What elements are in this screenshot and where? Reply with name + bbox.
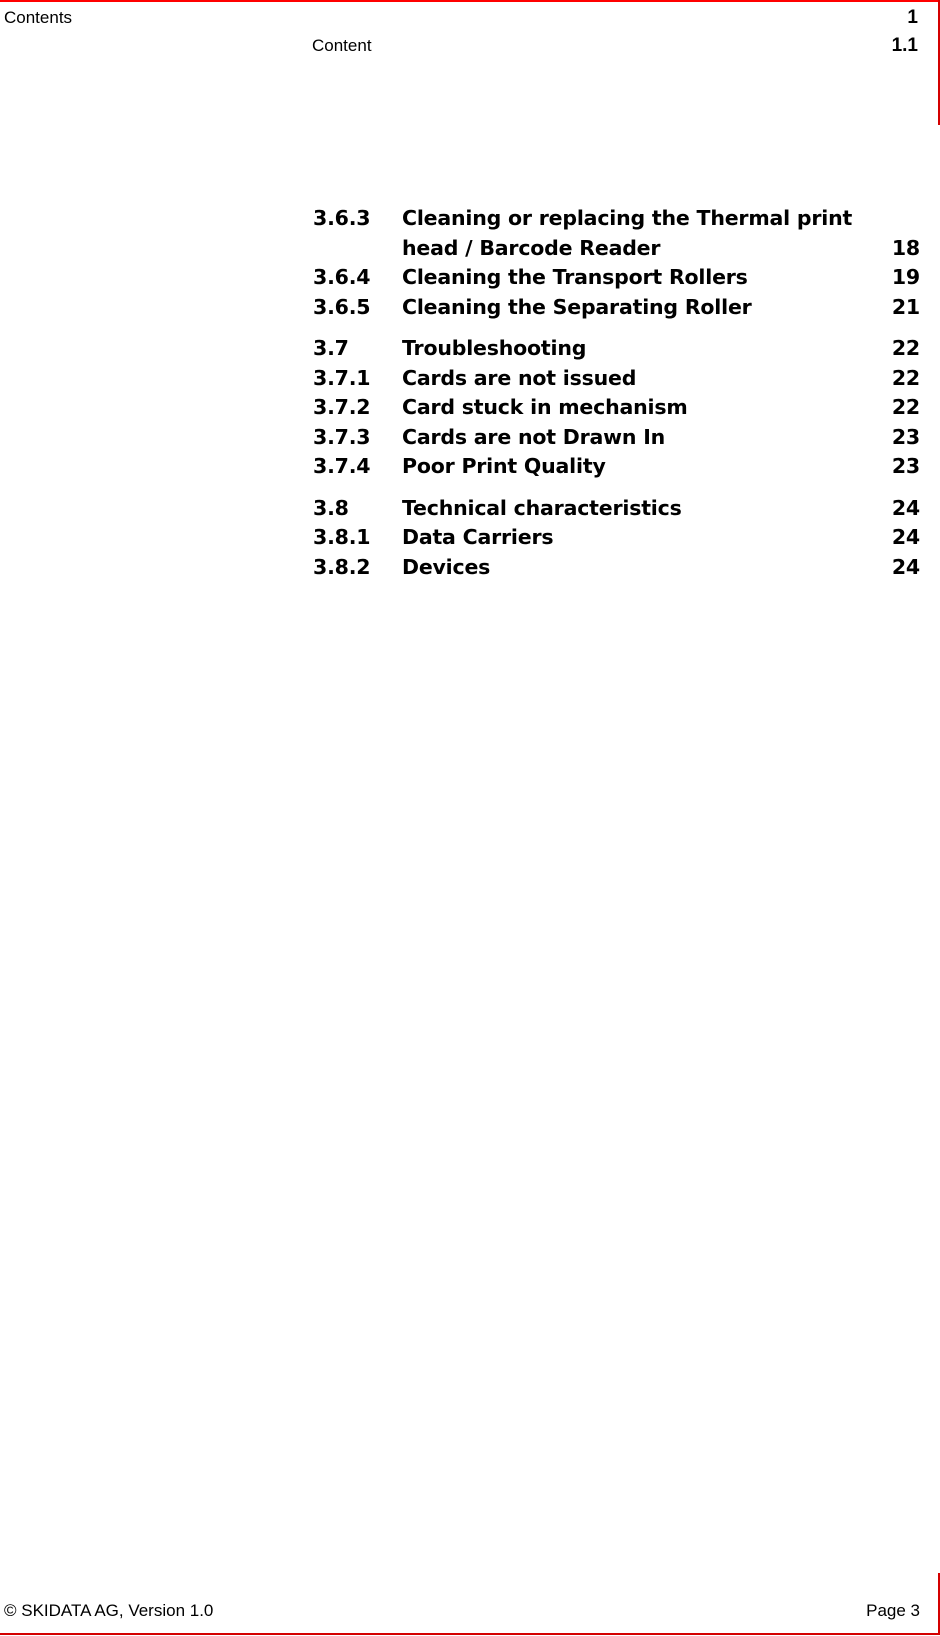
- toc-entry[interactable]: 3.8 Technical characteristics 24: [313, 496, 920, 526]
- toc-entry-number: 3.8.1: [313, 525, 371, 549]
- toc-entry-number: 3.7: [313, 336, 349, 360]
- toc-entry-title: Cards are not issued: [402, 365, 637, 390]
- toc-entry-title: Devices: [402, 554, 491, 579]
- toc-entry-page: 22: [891, 395, 920, 419]
- toc-entry-number: 3.6.5: [313, 294, 371, 319]
- header-subtitle: Content: [312, 36, 372, 55]
- toc-entry-number: 3.7.3: [313, 424, 371, 449]
- toc-entry-title: Cards are not Drawn In: [402, 424, 666, 449]
- toc-entry-title: Cleaning the Transport Rollers: [402, 265, 748, 289]
- toc-entry-title: Poor Print Quality: [402, 454, 606, 478]
- toc-entry-number: 3.8.2: [313, 554, 371, 579]
- header-rule: [0, 0, 940, 2]
- toc-entry[interactable]: 3.7 Troubleshooting 22: [313, 336, 920, 366]
- toc-entry[interactable]: 3.6.4 Cleaning the Transport Rollers 19: [313, 265, 920, 295]
- toc-entry[interactable]: 3.7.3 Cards are not Drawn In 23: [313, 425, 920, 455]
- toc-entry[interactable]: 3.8.1 Data Carriers 24: [313, 525, 920, 555]
- toc-entry-page: 24: [891, 525, 920, 549]
- header-section-number: 1.1: [891, 35, 918, 56]
- toc-entry-number: 3.6.3: [313, 206, 371, 230]
- toc-entry[interactable]: 3.7.2 Card stuck in mechanism 22: [313, 395, 920, 425]
- toc-entry-page: 24: [891, 495, 920, 520]
- toc-entry[interactable]: 3.7.4 Poor Print Quality 23: [313, 454, 920, 484]
- header-chapter-number: 1: [907, 7, 918, 28]
- toc-entry-page: 23: [891, 424, 920, 449]
- toc-entry-title: Troubleshooting: [402, 336, 587, 360]
- toc-entry-number: 3.7.4: [313, 454, 371, 478]
- toc-entry[interactable]: 3.7.1 Cards are not issued 22: [313, 366, 920, 396]
- toc-entry-number: 3.7.2: [313, 395, 371, 419]
- toc-entry-page: 19: [891, 265, 920, 289]
- toc-entry[interactable]: 3.6.3 Cleaning or replacing the Thermal …: [313, 206, 920, 236]
- toc-entry-page: 22: [891, 365, 920, 390]
- toc-entry-continuation[interactable]: head / Barcode Reader 18: [313, 236, 920, 266]
- toc-entry-page: 21: [891, 294, 920, 319]
- toc-entry-number: 3.6.4: [313, 265, 371, 289]
- table-of-contents: 3.6.3 Cleaning or replacing the Thermal …: [313, 206, 920, 584]
- toc-entry-page: 22: [891, 336, 920, 360]
- toc-entry[interactable]: 3.6.5 Cleaning the Separating Roller 21: [313, 295, 920, 325]
- toc-entry-title: head / Barcode Reader: [402, 235, 661, 260]
- toc-entry-page: 18: [891, 235, 920, 260]
- toc-entry-title: Cleaning the Separating Roller: [402, 294, 752, 319]
- toc-entry-page: 23: [891, 454, 920, 478]
- toc-entry-number: 3.8: [313, 495, 349, 520]
- footer-copyright: © SKIDATA AG, Version 1.0: [4, 1601, 214, 1620]
- toc-entry[interactable]: 3.8.2 Devices 24: [313, 555, 920, 585]
- toc-entry-title: Data Carriers: [402, 525, 554, 549]
- toc-entry-page: 24: [891, 554, 920, 579]
- toc-entry-number: 3.7.1: [313, 365, 371, 390]
- toc-entry-title: Cleaning or replacing the Thermal print: [402, 206, 853, 230]
- header-title: Contents: [4, 8, 73, 27]
- toc-entry-title: Card stuck in mechanism: [402, 395, 688, 419]
- toc-entry-title: Technical characteristics: [402, 495, 682, 520]
- footer-rule: [0, 1633, 940, 1635]
- footer-page-number: Page 3: [866, 1601, 920, 1620]
